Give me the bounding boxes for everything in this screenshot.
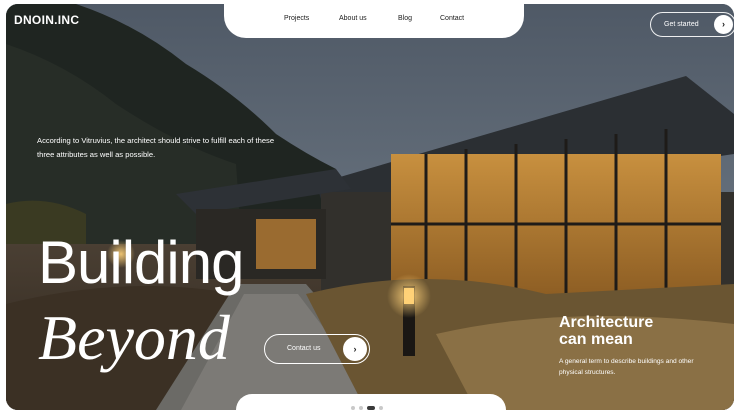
top-nav: Projects About us Blog Contact [224,4,524,38]
pager-dot-3[interactable] [367,406,375,410]
nav-about-us[interactable]: About us [339,15,367,22]
brand-logo[interactable]: DNOIN.INC [14,13,79,27]
contact-us-label: Contact us [287,345,321,352]
arrow-right-icon: › [343,337,367,361]
get-started-button[interactable]: Get started › [650,12,734,37]
get-started-label: Get started [664,21,699,28]
hero-banner: DNOIN.INC Projects About us Blog Contact… [6,4,734,410]
side-title: Architecture can mean [559,314,653,348]
nav-blog[interactable]: Blog [398,15,412,22]
side-title-line2: can mean [559,331,633,348]
side-title-line1: Architecture [559,314,654,331]
side-description: A general term to describe buildings and… [559,358,694,376]
pager-dot-2[interactable] [359,406,363,410]
nav-contact[interactable]: Contact [440,15,464,22]
hero-quote: According to Vitruvius, the architect sh… [37,136,275,159]
arrow-right-icon: › [714,15,733,34]
nav-projects[interactable]: Projects [284,15,309,22]
headline-beyond: Beyond [38,302,230,373]
contact-us-button[interactable]: Contact us › [264,334,370,364]
pager-dot-1[interactable] [351,406,355,410]
headline-building: Building [38,229,244,296]
pager-dot-4[interactable] [379,406,383,410]
